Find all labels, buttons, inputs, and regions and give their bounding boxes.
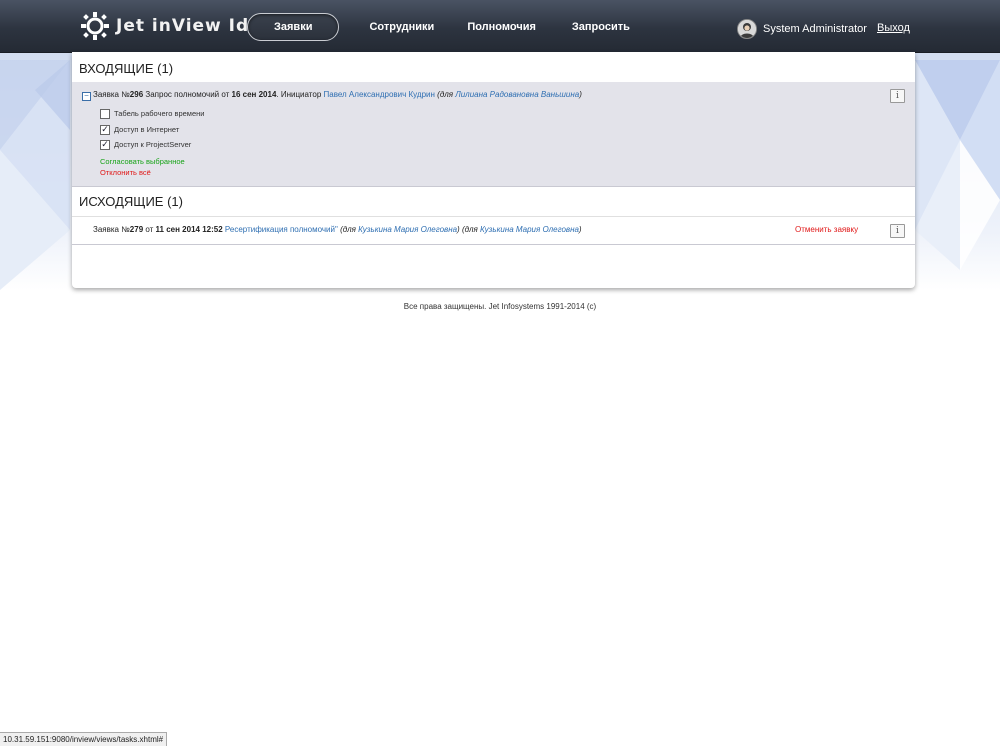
reject-all-button[interactable]: Отклонить всё: [100, 168, 151, 177]
top-header: Jet inView IdM Заявки Сотрудники Полномо…: [0, 0, 1000, 53]
tasks-panel: ВХОДЯЩИЕ (1) − Заявка №296 Запрос полном…: [72, 52, 915, 288]
approve-selected-button[interactable]: Согласовать выбранное: [100, 157, 185, 166]
logo-text: Jet inView IdM: [116, 16, 268, 36]
logo-icon: [81, 12, 109, 40]
for-label: (для Лилиана Радовановна Ваньшина): [437, 90, 582, 99]
incoming-request: − Заявка №296 Запрос полномочий от 16 се…: [72, 82, 915, 187]
for-person-link[interactable]: Лилиана Радовановна Ваньшина: [455, 90, 579, 99]
cancel-request-button[interactable]: Отменить заявку: [795, 225, 858, 234]
for-person-link[interactable]: Кузькина Мария Олеговна: [480, 225, 579, 234]
request-prefix: Заявка №: [93, 90, 130, 99]
initiator-link[interactable]: Павел Александрович Кудрин: [324, 90, 435, 99]
permission-item: ✓ Доступ в Интернет: [100, 124, 179, 135]
main-nav: Заявки Сотрудники Полномочия Запросить: [247, 12, 630, 42]
permission-item: ✓ Доступ к ProjectServer: [100, 139, 191, 150]
request-datetime: 11 сен 2014 12:52: [155, 225, 223, 234]
app-logo[interactable]: Jet inView IdM: [80, 6, 267, 46]
incoming-request-line: Заявка №296 Запрос полномочий от 16 сен …: [93, 90, 582, 99]
outgoing-title: ИСХОДЯЩИЕ (1): [79, 194, 183, 209]
permission-label: Доступ в Интернет: [114, 125, 180, 134]
browser-status-bar: 10.31.59.151:9080/inview/views/tasks.xht…: [0, 732, 168, 746]
nav-tab-permissions[interactable]: Полномочия: [467, 21, 536, 33]
info-icon[interactable]: i: [890, 224, 905, 238]
request-date: 16 сен 2014: [231, 90, 277, 99]
collapse-icon[interactable]: −: [82, 92, 91, 101]
permission-checkbox[interactable]: ✓: [100, 124, 110, 135]
request-type: Запрос полномочий от: [143, 90, 232, 99]
permission-checkbox[interactable]: ✓: [100, 139, 110, 150]
nav-tab-requests[interactable]: Заявки: [247, 13, 340, 41]
request-type-link[interactable]: Ресертификация полномочий": [225, 225, 338, 234]
nav-tab-employees[interactable]: Сотрудники: [369, 21, 434, 33]
user-name: System Administrator: [763, 23, 867, 35]
info-icon[interactable]: i: [890, 89, 905, 103]
outgoing-request: Заявка №279 от 11 сен 2014 12:52 Ресерти…: [72, 216, 915, 245]
outgoing-request-line: Заявка №279 от 11 сен 2014 12:52 Ресерти…: [93, 225, 582, 234]
current-user[interactable]: System Administrator: [737, 19, 867, 39]
permission-item: Табель рабочего времени: [100, 108, 204, 119]
request-number: 279: [129, 225, 144, 234]
for-person-link[interactable]: Кузькина Мария Олеговна: [358, 225, 457, 234]
avatar: [737, 19, 757, 39]
initiator-label: . Инициатор: [276, 90, 324, 99]
permission-checkbox[interactable]: [100, 108, 110, 119]
nav-tab-request-access[interactable]: Запросить: [572, 21, 630, 33]
logout-link[interactable]: Выход: [877, 22, 910, 34]
incoming-title: ВХОДЯЩИЕ (1): [79, 61, 174, 76]
request-number: 296: [129, 90, 144, 99]
permission-label: Табель рабочего времени: [114, 109, 205, 118]
permission-label: Доступ к ProjectServer: [114, 140, 192, 149]
footer-copyright: Все права защищены. Jet Infosystems 1991…: [403, 302, 597, 311]
